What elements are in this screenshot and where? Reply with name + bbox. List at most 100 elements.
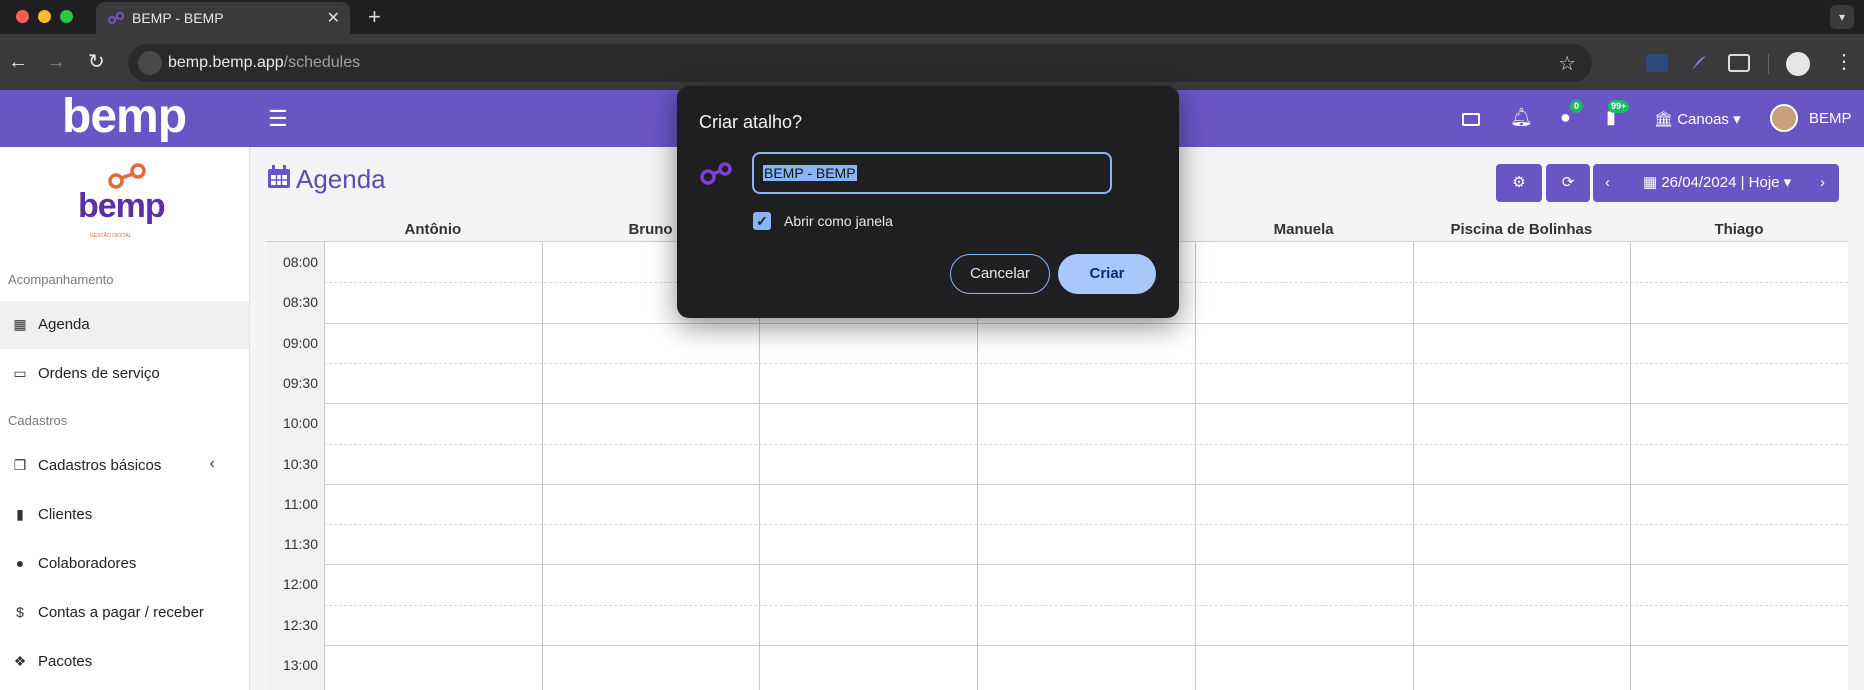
previous-day-chevron-icon[interactable]: ‹ (1605, 164, 1610, 202)
time-slot-label: 09:30 (282, 374, 318, 391)
sidebar-item-colaboradores[interactable]: ● Colaboradores (0, 540, 249, 588)
time-slot-label: 08:00 (282, 254, 318, 270)
column-divider (324, 242, 325, 690)
time-slot-label: 09:00 (282, 334, 318, 351)
header-logo[interactable]: bemp (62, 92, 187, 142)
refresh-button[interactable]: ⟳ (1546, 164, 1590, 202)
header-username[interactable]: BEMP (1809, 110, 1852, 127)
shortcut-name-value: BEMP - BEMP (763, 165, 857, 181)
cash-icon[interactable] (1462, 113, 1480, 126)
row-divider (324, 524, 1848, 526)
time-slot-label: 13:00 (282, 657, 318, 673)
site-settings-icon[interactable] (138, 51, 162, 75)
create-shortcut-dialog: Criar atalho? BEMP - BEMP ✓ Abrir como j… (677, 86, 1179, 318)
brand-link-icon (108, 163, 146, 189)
invoice-icon: $ (16, 604, 24, 620)
column-header: Thiago (1714, 221, 1764, 238)
url-text[interactable]: bemp.bemp.app/schedules (168, 54, 360, 72)
sidebar-item-agenda[interactable]: ▦ Agenda (0, 301, 249, 349)
browser-tab-bar: BEMP - BEMP ✕ + ▾ (0, 0, 1864, 34)
maximize-window-button[interactable] (60, 10, 73, 23)
row-divider (324, 483, 1848, 485)
dropbox-icon: ❖ (13, 653, 27, 669)
profile-icon[interactable] (1786, 52, 1810, 76)
open-as-window-checkbox[interactable]: ✓ (753, 212, 771, 230)
sidebar-item-cadastros-basicos[interactable]: ❐ Cadastros básicos ‹ (0, 442, 249, 490)
user-icon[interactable]: ● (1560, 107, 1571, 128)
time-slot-label: 10:30 (282, 455, 318, 472)
time-slot-label: 11:30 (284, 536, 318, 553)
column-header: Antônio (404, 221, 462, 238)
sidebar-item-pacotes[interactable]: ❖ Pacotes (0, 638, 249, 686)
tab-search-chevron-down-icon[interactable]: ▾ (1830, 5, 1854, 29)
dialog-title: Criar atalho? (699, 112, 803, 132)
date-picker-button[interactable]: ▦ 26/04/2024 | Hoje ▾ (1643, 164, 1791, 202)
tab-title: BEMP - BEMP (132, 10, 224, 26)
create-button[interactable]: Criar (1058, 254, 1156, 294)
brand-tagline: GESTÃO DIGITAL (90, 233, 132, 239)
close-tab-icon[interactable]: ✕ (327, 8, 340, 28)
row-divider (324, 443, 1848, 445)
user-avatar[interactable] (1770, 104, 1798, 132)
brand-logo: bemp GESTÃO DIGITAL (72, 161, 182, 241)
bookmark-icon: ▮ (16, 506, 24, 522)
section-label-acompanhamento: Acompanhamento (8, 272, 114, 287)
cancel-button[interactable]: Cancelar (950, 254, 1050, 294)
column-divider (1630, 242, 1632, 690)
unit-selector[interactable]: 🏛︎ Canoas ▾ (1654, 110, 1741, 128)
minimize-window-button[interactable] (38, 10, 51, 23)
column-header: Piscina de Bolinhas (1450, 221, 1593, 238)
browser-menu-icon[interactable]: ⋮ (1834, 49, 1854, 75)
shortcut-name-input[interactable]: BEMP - BEMP (752, 152, 1112, 194)
time-column: 08:00 08:30 09:00 09:30 10:00 10:30 11:00 11:30… (266, 242, 324, 690)
refresh-icon: ⟳ (1561, 174, 1575, 191)
back-arrow-icon[interactable]: ← (8, 50, 28, 74)
users-count-badge: 0 (1570, 100, 1583, 113)
time-slot-label: 10:00 (282, 415, 318, 432)
forward-arrow-icon[interactable]: → (46, 50, 66, 74)
sidebar-item-ordens-de-servico[interactable]: ▭ Ordens de serviço (0, 350, 249, 398)
time-slot-label: 12:30 (282, 616, 318, 633)
brand-word: bemp (78, 187, 166, 225)
time-slot-label: 08:30 (282, 294, 318, 311)
sidebar-item-label: Agenda (38, 316, 90, 333)
column-divider (541, 242, 543, 690)
next-day-chevron-icon[interactable]: › (1820, 164, 1825, 202)
column-divider (1194, 242, 1196, 690)
browser-tab-active[interactable]: BEMP - BEMP ✕ (96, 2, 350, 34)
row-divider (324, 403, 1848, 405)
bookmark-star-icon[interactable]: ☆ (1558, 51, 1576, 76)
sidebar-item-contas[interactable]: $ Contas a pagar / receber (0, 589, 249, 637)
sidebar-item-clientes[interactable]: ▮ Clientes (0, 491, 249, 539)
column-divider (1412, 242, 1414, 690)
copy-icon: ❐ (13, 457, 27, 473)
date-label: 26/04/2024 | Hoje ▾ (1661, 174, 1792, 191)
sidebar-item-label: Ordens de serviço (38, 365, 160, 382)
extension-feather-icon[interactable] (1688, 54, 1710, 72)
section-label-cadastros: Cadastros (8, 413, 68, 428)
open-as-window-label[interactable]: Abrir como janela (784, 213, 893, 229)
hamburger-menu-icon[interactable]: ☰ (268, 106, 288, 132)
sidebar-item-label: Cadastros básicos (38, 457, 162, 474)
row-divider (324, 564, 1848, 566)
extension-password-icon[interactable] (1646, 54, 1668, 72)
chevron-left-icon[interactable]: ‹ (210, 455, 215, 473)
sidebar: bemp GESTÃO DIGITAL Acompanhamento ▦ Age… (0, 147, 250, 690)
date-navigator: ‹ ▦ 26/04/2024 | Hoje ▾ › (1593, 164, 1839, 202)
new-tab-button[interactable]: + (368, 4, 381, 30)
extensions-puzzle-icon[interactable] (1728, 54, 1750, 72)
column-header: Manuela (1273, 221, 1334, 238)
bell-icon[interactable]: 🔔︎ (1510, 107, 1533, 128)
browser-toolbar: ← → ↻ bemp.bemp.app/schedules ☆ ⋮ (0, 34, 1864, 90)
sidebar-item-label: Contas a pagar / receber (38, 604, 204, 621)
reload-icon[interactable]: ↻ (88, 50, 105, 74)
calendar-icon: ▦ (13, 316, 27, 332)
ticket-icon: ▭ (13, 365, 27, 381)
address-bar[interactable]: bemp.bemp.app/schedules ☆ (128, 44, 1592, 82)
close-window-button[interactable] (16, 10, 29, 23)
settings-button[interactable]: ⚙ (1496, 164, 1542, 202)
toolbar-divider (1768, 54, 1769, 74)
row-divider (324, 604, 1848, 606)
row-divider (324, 645, 1848, 646)
app-shortcut-icon (700, 162, 732, 185)
